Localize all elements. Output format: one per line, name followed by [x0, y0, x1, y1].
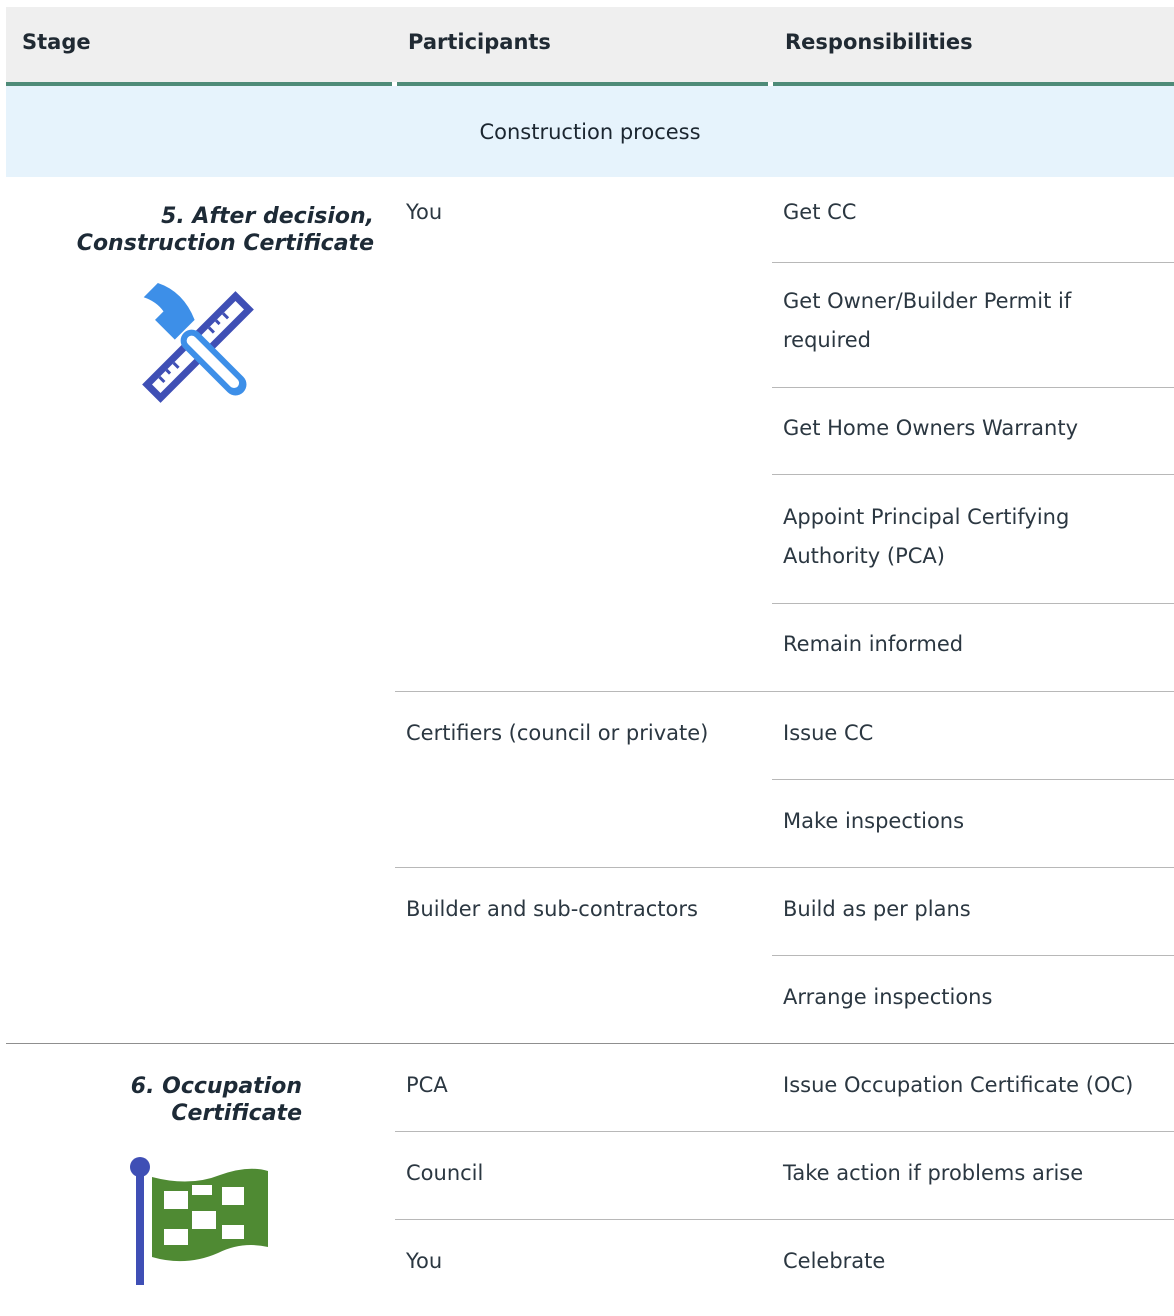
group-divider: [395, 691, 1174, 692]
row-divider: [772, 474, 1174, 475]
stage-5-title-line2: Construction Certificate: [76, 231, 374, 256]
responsibility-cell: Get Owner/Builder Permit if required: [783, 289, 1072, 352]
responsibility-cell: Take action if problems arise: [783, 1161, 1084, 1185]
header-stage: Stage: [22, 30, 91, 54]
participant-cell: Builder and sub-contractors: [406, 897, 698, 921]
header-participants: Participants: [408, 30, 551, 54]
table-header: Stage Participants Responsibilities: [6, 7, 1174, 82]
responsibility-cell: Issue CC: [783, 721, 874, 745]
participant-cell: You: [406, 1249, 443, 1273]
stage-divider: [6, 1043, 1174, 1044]
group-divider: [395, 1131, 1174, 1132]
row-divider: [772, 779, 1174, 780]
row-divider: [772, 387, 1174, 388]
responsibility-cell: Get Home Owners Warranty: [783, 416, 1079, 440]
group-divider: [395, 867, 1174, 868]
row-divider: [772, 955, 1174, 956]
participant-cell: PCA: [406, 1073, 448, 1097]
section-banner: Construction process: [6, 86, 1174, 177]
row-divider: [772, 603, 1174, 604]
stage-5-title-line1: 5. After decision,: [161, 204, 374, 229]
responsibility-cell: Celebrate: [783, 1249, 886, 1273]
stage-6-title-line2: Certificate: [171, 1101, 302, 1126]
header-responsibilities: Responsibilities: [785, 30, 973, 54]
participant-cell: You: [406, 200, 443, 224]
section-title: Construction process: [479, 119, 701, 144]
responsibility-cell: Get CC: [783, 200, 857, 224]
row-divider: [772, 262, 1174, 263]
participant-cell: Certifiers (council or private): [406, 721, 709, 745]
group-divider: [395, 1219, 1174, 1220]
checkered-flag-icon: [130, 1157, 270, 1287]
stage-6-title: 6. Occupation Certificate: [6, 1073, 302, 1127]
responsibility-cell: Issue Occupation Certificate (OC): [783, 1073, 1134, 1097]
stage-6-title-line1: 6. Occupation: [130, 1074, 302, 1099]
responsibility-cell: Appoint Principal Certifying Authority (…: [783, 505, 1070, 568]
responsibility-cell: Make inspections: [783, 809, 965, 833]
stage-5-title: 5. After decision, Construction Certific…: [6, 203, 374, 257]
hammer-ruler-icon: [132, 281, 264, 415]
participant-cell: Council: [406, 1161, 484, 1185]
responsibility-cell: Arrange inspections: [783, 985, 993, 1009]
responsibility-cell: Remain informed: [783, 632, 964, 656]
responsibility-cell: Build as per plans: [783, 897, 971, 921]
